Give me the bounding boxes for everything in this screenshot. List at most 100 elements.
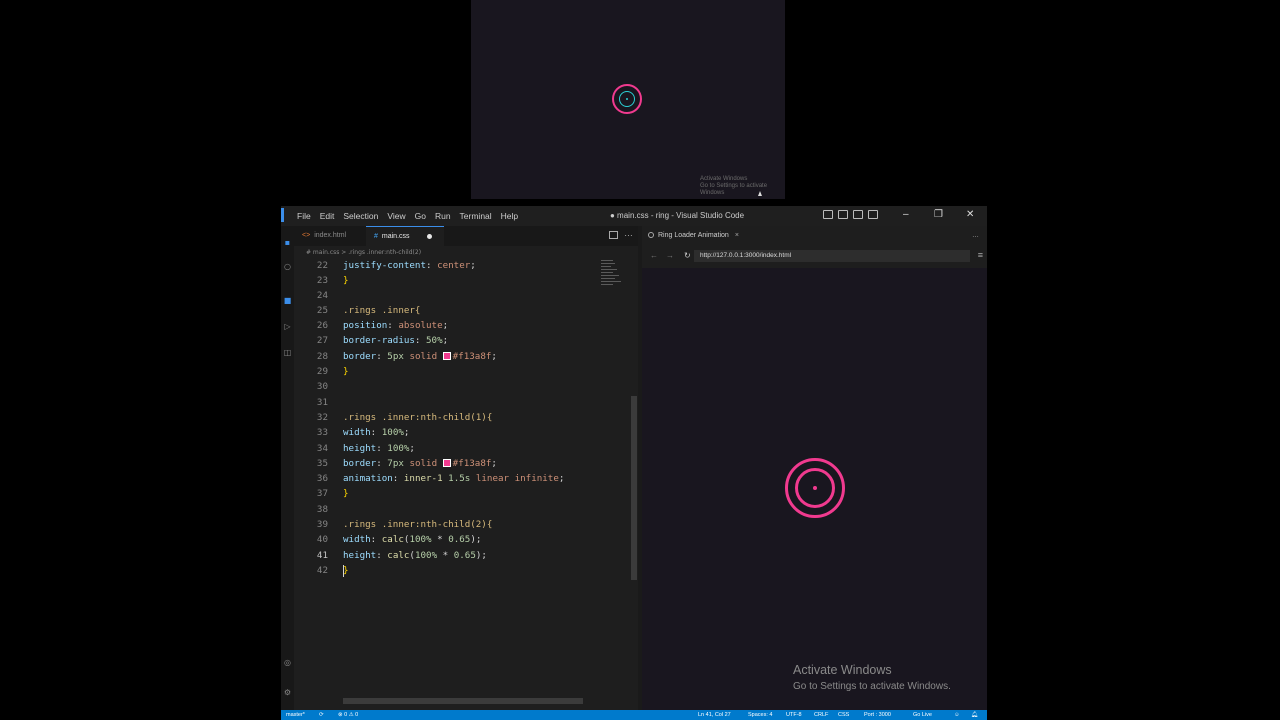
back-icon[interactable]: ← (650, 251, 658, 260)
code-line[interactable]: justify-content: center; (343, 260, 476, 271)
explorer-icon[interactable]: ▪ (283, 238, 292, 247)
indentation[interactable]: Spaces: 4 (748, 710, 772, 720)
title-bar: File Edit Selection View Go Run Terminal… (281, 206, 987, 226)
close-tab-icon[interactable]: × (735, 232, 739, 239)
line-number: 33 (316, 427, 328, 438)
notifications-icon[interactable]: 🔔︎ (971, 710, 978, 720)
code-line[interactable]: } (343, 488, 349, 499)
more-actions-icon[interactable]: … (624, 228, 633, 238)
tab-index-html[interactable]: <> index.html (294, 226, 366, 246)
toggle-sidebar-icon[interactable]: . (823, 210, 833, 219)
code-line[interactable]: position: absolute; (343, 320, 448, 331)
line-number: 39 (316, 519, 328, 530)
editor-vertical-scrollbar[interactable] (631, 396, 637, 580)
code-line[interactable]: } (343, 366, 349, 377)
search-icon[interactable]: ○ (283, 262, 292, 271)
line-number: 30 (316, 381, 328, 392)
line-number: 34 (316, 443, 328, 454)
color-swatch[interactable] (442, 459, 451, 467)
line-number: 28 (316, 351, 328, 362)
problems-indicator[interactable]: ⊗ 0 ⚠ 0 (338, 710, 358, 720)
url-input[interactable]: http://127.0.0.1:3000/index.html (694, 250, 970, 262)
menu-file[interactable]: File (297, 211, 311, 221)
browser-tab[interactable]: Ring Loader Animation × … (642, 226, 987, 246)
code-line[interactable]: } (343, 275, 349, 286)
activate-windows-title: Activate Windows (793, 663, 892, 677)
menu-view[interactable]: View (387, 211, 405, 221)
account-icon[interactable]: ◎ (283, 658, 292, 667)
line-number: 31 (316, 397, 328, 408)
browser-menu-icon[interactable]: ≡ (978, 250, 983, 260)
code-line[interactable]: .rings .inner:nth-child(2){ (343, 519, 492, 530)
code-line-current[interactable]: height: calc(100% * 0.65); (343, 550, 487, 561)
menu-go[interactable]: Go (415, 211, 426, 221)
encoding[interactable]: UTF-8 (786, 710, 802, 720)
text-cursor (343, 565, 344, 577)
tab-main-css[interactable]: # main.css (366, 226, 444, 246)
line-number: 25 (316, 305, 328, 316)
activity-bar: ▪ ○ ■ ▷ ◫ ◎ ⚙ (281, 226, 294, 710)
code-line[interactable]: border: 5px solid #f13a8f; (343, 351, 497, 362)
breadcrumb[interactable]: # main.css > .rings .inner:nth-child(2) (294, 246, 638, 259)
line-number: 27 (316, 335, 328, 346)
code-line[interactable]: width: calc(100% * 0.65); (343, 534, 481, 545)
css-file-icon: # (374, 233, 378, 240)
vscode-logo-icon[interactable] (281, 208, 284, 222)
line-number: 23 (316, 275, 328, 286)
browser-more-icon[interactable]: … (972, 226, 979, 246)
color-swatch[interactable] (442, 352, 451, 360)
line-number: 35 (316, 458, 328, 469)
extensions-icon[interactable]: ◫ (283, 348, 292, 357)
menu-terminal[interactable]: Terminal (460, 211, 492, 221)
preview-window: Activate Windows Go to Settings to activ… (471, 0, 785, 199)
forward-icon[interactable]: → (666, 251, 674, 260)
cursor-position[interactable]: Ln 41, Col 27 (698, 710, 731, 720)
code-line[interactable]: border: 7px solid #f13a8f; (343, 458, 497, 469)
minimize-icon[interactable]: – (903, 209, 909, 220)
menu-help[interactable]: Help (501, 211, 518, 221)
toggle-secondary-sidebar-icon[interactable]: . (853, 210, 863, 219)
settings-gear-icon[interactable]: ⚙ (283, 688, 292, 697)
mouse-cursor (758, 191, 762, 196)
line-ending[interactable]: CRLF (814, 710, 828, 720)
globe-icon (648, 232, 654, 238)
live-port[interactable]: Port : 3000 (864, 710, 891, 720)
language-mode[interactable]: CSS (838, 710, 849, 720)
close-icon[interactable]: ✕ (966, 209, 974, 220)
layout-controls: . . . . (823, 210, 878, 219)
editor-horizontal-scrollbar[interactable] (343, 698, 583, 704)
menu-run[interactable]: Run (435, 211, 451, 221)
preview-activate-watermark: Activate Windows Go to Settings to activ… (700, 176, 785, 197)
code-line[interactable]: border-radius: 50%; (343, 335, 448, 346)
feedback-icon[interactable]: ☺ (954, 710, 960, 720)
restore-icon[interactable]: ❐ (934, 209, 943, 220)
line-number: 24 (316, 290, 328, 301)
toggle-panel-icon[interactable]: . (838, 210, 848, 219)
menu-edit[interactable]: Edit (320, 211, 335, 221)
code-editor[interactable]: 22 justify-content: center; 23 } 24 25 .… (294, 259, 599, 709)
split-editor-icon[interactable] (609, 231, 618, 239)
go-live-button[interactable]: Go Live (913, 710, 932, 720)
browser-viewport: Activate Windows Go to Settings to activ… (642, 268, 987, 710)
line-number: 26 (316, 320, 328, 331)
editor-tabs: <> index.html # main.css … (294, 226, 638, 246)
code-line[interactable]: height: 100%; (343, 443, 415, 454)
customize-layout-icon[interactable]: . (868, 210, 878, 219)
run-debug-icon[interactable]: ▷ (283, 322, 292, 331)
minimap[interactable] (601, 258, 625, 318)
line-number: 38 (316, 504, 328, 515)
sync-icon[interactable]: ⟳ (319, 710, 324, 720)
code-line[interactable]: .rings .inner{ (343, 305, 420, 316)
code-line[interactable]: animation: inner-1 1.5s linear infinite; (343, 473, 564, 484)
source-control-icon[interactable]: ■ (283, 296, 292, 305)
code-line[interactable]: .rings .inner:nth-child(1){ (343, 412, 492, 423)
line-number: 22 (316, 260, 328, 271)
unsaved-dot-icon[interactable] (427, 234, 432, 239)
reload-icon[interactable]: ↻ (684, 251, 691, 260)
status-bar: master* ⟳ ⊗ 0 ⚠ 0 Ln 41, Col 27 Spaces: … (281, 710, 987, 720)
branch-indicator[interactable]: master* (286, 710, 305, 720)
preview-activate-title: Activate Windows (700, 176, 748, 182)
menu-selection[interactable]: Selection (343, 211, 378, 221)
preview-activate-sub: Go to Settings to activate Windows (700, 183, 768, 196)
code-line[interactable]: width: 100%; (343, 427, 409, 438)
